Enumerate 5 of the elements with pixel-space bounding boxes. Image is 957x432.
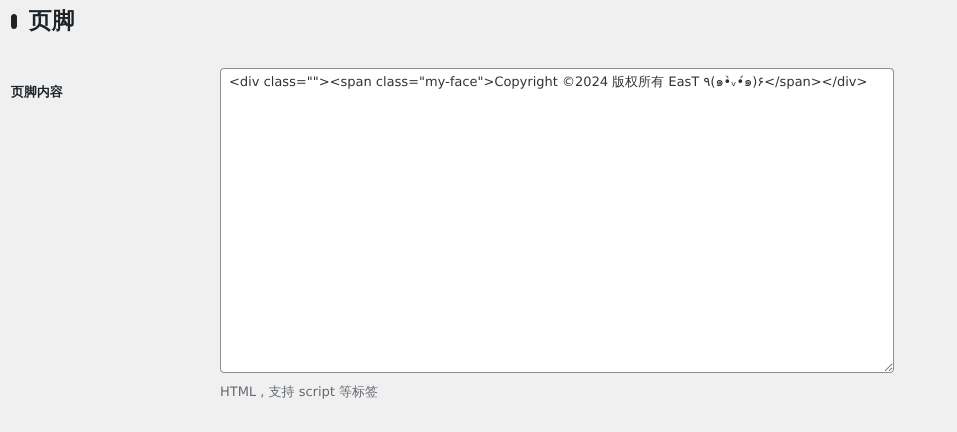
footer-content-textarea[interactable]: <div class=""><span class="my-face">Copyright ©2024 版权所有 EasT ٩(๑•̀ᵥ•́๑)۶</span></div> xyxy=(220,68,894,373)
field-label: 页脚内容 xyxy=(11,85,63,100)
section-title: 页脚 xyxy=(29,6,75,36)
title-marker xyxy=(11,14,17,28)
field-description: HTML , 支持 script 等标签 xyxy=(220,384,380,402)
